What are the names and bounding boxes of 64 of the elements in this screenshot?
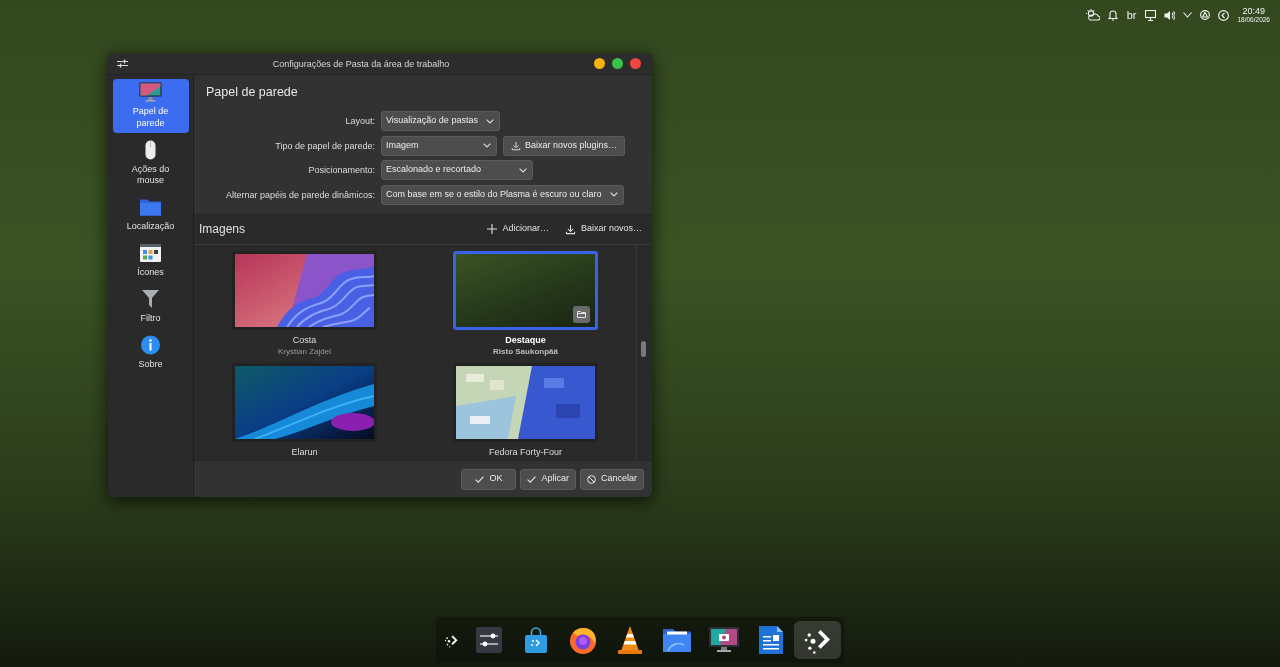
chevron-down-icon xyxy=(485,118,494,124)
wallpaper-name: Costa xyxy=(292,333,317,346)
confirm-button[interactable]: OK xyxy=(461,468,517,490)
sliders-icon[interactable] xyxy=(474,626,503,654)
dropdown[interactable]: Escalonado e recortado xyxy=(381,160,533,180)
chevron-down-icon xyxy=(609,192,618,197)
form-label: Layout: xyxy=(344,115,375,127)
scrollbar-thumb[interactable] xyxy=(641,340,646,357)
wallpaper-author: Risto Saukonpää xyxy=(493,345,558,357)
globe-icon[interactable] xyxy=(567,625,598,655)
dropdown[interactable]: Visualização de pastas xyxy=(381,111,500,131)
wallpaper-name: Destaque xyxy=(505,333,546,346)
traffic-cone-icon[interactable] xyxy=(615,625,644,655)
download-icon xyxy=(511,140,521,151)
page-heading: Papel de parede xyxy=(206,84,299,100)
document-icon[interactable] xyxy=(757,625,784,655)
form-label: Tipo de papel de parede: xyxy=(274,139,375,152)
download-plugins-button[interactable]: Baixar novos plugins… xyxy=(503,135,626,156)
dropdown[interactable]: Imagem xyxy=(381,135,497,156)
chevron-down-icon xyxy=(519,167,527,173)
window-title: Configurações de Pasta da área de trabalho xyxy=(271,57,451,70)
dock-item[interactable] xyxy=(794,621,841,659)
wallpaper-name: Elarun xyxy=(291,445,318,458)
app-grid-icon xyxy=(139,243,162,263)
sidebar-item[interactable]: Ações do mouse xyxy=(112,136,189,191)
sidebar-item[interactable]: Ícones xyxy=(112,240,189,283)
sliders-icon[interactable] xyxy=(117,59,128,68)
weather-icon[interactable] xyxy=(1085,9,1100,21)
speaker-icon[interactable] xyxy=(1164,9,1176,21)
camera-monitor-icon[interactable] xyxy=(707,626,740,654)
bell-icon[interactable] xyxy=(1107,9,1118,21)
cancel-button[interactable]: Cancelar xyxy=(579,468,644,490)
wallpaper-author: Krystian Zajdel xyxy=(278,345,331,357)
circled-chevron-icon[interactable] xyxy=(1218,9,1230,21)
sidebar-item[interactable]: Sobre xyxy=(112,332,189,375)
download-icon xyxy=(564,223,576,235)
checkmark-icon xyxy=(475,475,485,483)
maximize-button[interactable] xyxy=(612,58,623,69)
monitor-icon[interactable] xyxy=(1145,9,1157,21)
keyboard-layout-indicator[interactable]: br xyxy=(1125,9,1138,21)
close-button[interactable] xyxy=(630,58,641,69)
info-icon xyxy=(139,335,162,355)
sidebar-item[interactable]: Localização xyxy=(112,194,189,237)
folder-icon xyxy=(139,197,162,217)
form-label: Posicionamento: xyxy=(307,164,375,176)
folder-icon xyxy=(577,310,586,318)
section-title: Imagens xyxy=(199,222,246,236)
funnel-icon xyxy=(139,289,162,309)
circled-triangle-icon[interactable] xyxy=(1200,10,1211,20)
sidebar-item[interactable]: Filtro xyxy=(112,286,189,329)
dropdown[interactable]: Com base em se o estilo do Plasma é escuro ou claro xyxy=(381,184,624,205)
plus-icon xyxy=(487,224,498,234)
download-button[interactable]: Baixar novos… xyxy=(564,222,642,236)
sidebar-item[interactable]: Papel de parede xyxy=(112,79,189,133)
confirm-button[interactable]: Aplicar xyxy=(520,468,576,490)
cancel-icon xyxy=(586,474,596,484)
checkmark-icon xyxy=(527,475,537,483)
wallpaper-name: Fedora Forty-Four xyxy=(489,445,562,458)
minimize-button[interactable] xyxy=(594,58,605,69)
chevron-down-icon xyxy=(483,143,491,148)
form-label: Alternar papéis de parede dinâmicos: xyxy=(224,188,375,201)
chevron-down-icon[interactable] xyxy=(1183,12,1193,18)
monitor-icon xyxy=(139,82,162,102)
add-button[interactable]: Adicionar… xyxy=(487,222,549,236)
